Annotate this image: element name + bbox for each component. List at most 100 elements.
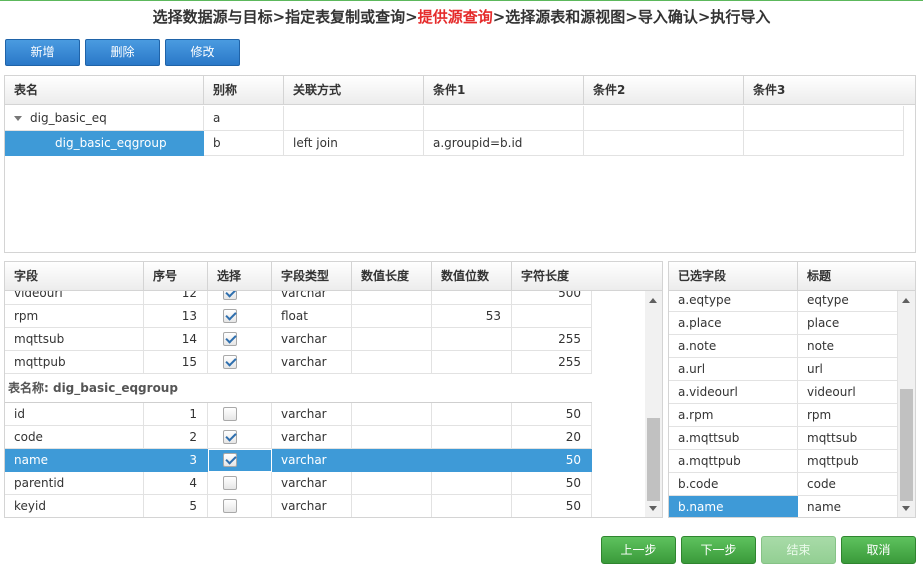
fields-header-num-len[interactable]: 数值长度 <box>352 262 432 291</box>
prev-step-button[interactable]: 上一步 <box>601 536 676 564</box>
field-name: mqttpub <box>5 351 144 374</box>
selected-field: a.videourl <box>669 381 798 404</box>
field-name: mqttsub <box>5 328 144 351</box>
wizard-steps: 选择数据源与目标>指定表复制或查询>提供源查询>选择源表和源视图>导入确认>执行… <box>0 6 923 27</box>
field-type: varchar <box>272 495 352 517</box>
selected-title[interactable]: url <box>798 358 898 381</box>
step-before: 选择数据源与目标>指定表复制或查询> <box>152 8 418 26</box>
field-num-digits <box>432 328 512 351</box>
join-header-alias[interactable]: 别称 <box>204 76 284 105</box>
selected-field: a.url <box>669 358 798 381</box>
checkbox-icon[interactable] <box>223 291 237 300</box>
selected-field: a.note <box>669 335 798 358</box>
scrollbar-thumb[interactable] <box>647 418 660 501</box>
step-current: 提供源查询 <box>417 8 493 26</box>
join-header-join[interactable]: 关联方式 <box>284 76 424 105</box>
selected-title[interactable]: rpm <box>798 404 898 427</box>
selected-title[interactable]: note <box>798 335 898 358</box>
join-cond2[interactable] <box>584 131 744 156</box>
finish-button[interactable]: 结束 <box>761 536 836 564</box>
field-seq: 15 <box>144 351 208 374</box>
cancel-button[interactable]: 取消 <box>841 536 916 564</box>
join-header-cond1[interactable]: 条件1 <box>424 76 584 105</box>
field-name: rpm <box>5 305 144 328</box>
scroll-up-arrow-icon[interactable] <box>649 298 657 303</box>
join-cond2 <box>584 106 744 131</box>
field-name: id <box>5 403 144 426</box>
field-char-len: 50 <box>512 495 592 517</box>
join-header-table[interactable]: 表名 <box>5 76 204 105</box>
join-cond3[interactable] <box>744 131 904 156</box>
field-char-len: 50 <box>512 472 592 495</box>
selected-title[interactable]: place <box>798 312 898 335</box>
selected-field: a.rpm <box>669 404 798 427</box>
join-header-cond3[interactable]: 条件3 <box>744 76 915 105</box>
selected-field: a.place <box>669 312 798 335</box>
top-border <box>0 0 923 1</box>
selected-title[interactable]: name <box>798 496 898 517</box>
group-label: 表名称: dig_basic_eqgroup <box>8 381 178 395</box>
fields-header-seq[interactable]: 序号 <box>144 262 208 291</box>
field-type: varchar <box>272 426 352 449</box>
field-char-len <box>512 305 592 328</box>
checkbox-icon[interactable] <box>223 355 237 369</box>
join-header-cond2[interactable]: 条件2 <box>584 76 744 105</box>
join-type <box>284 106 424 131</box>
scroll-down-arrow-icon[interactable] <box>649 506 657 511</box>
selected-field: a.mqttsub <box>669 427 798 450</box>
join-alias: a <box>204 106 284 131</box>
selected-header-field[interactable]: 已选字段 <box>669 262 798 291</box>
field-type: float <box>272 305 352 328</box>
fields-body: videourl 12 varchar 500 rpm 13 float 53 … <box>5 291 645 517</box>
field-char-len: 50 <box>512 449 592 472</box>
checkbox-icon[interactable] <box>223 407 237 421</box>
selected-scrollbar[interactable] <box>898 291 915 517</box>
join-type[interactable]: left join <box>284 131 424 156</box>
field-seq: 5 <box>144 495 208 517</box>
join-table-name: dig_basic_eqgroup <box>5 131 204 156</box>
expand-triangle-icon[interactable] <box>14 116 22 121</box>
field-name: videourl <box>5 291 144 305</box>
field-type: varchar <box>272 472 352 495</box>
selected-field: a.eqtype <box>669 291 798 312</box>
scroll-up-arrow-icon[interactable] <box>902 298 910 303</box>
fields-header-type[interactable]: 字段类型 <box>272 262 352 291</box>
join-alias[interactable]: b <box>204 131 284 156</box>
checkbox-icon[interactable] <box>223 309 237 323</box>
fields-scrollbar[interactable] <box>645 291 662 517</box>
step-after: >选择源表和源视图>导入确认>执行导入 <box>492 8 771 26</box>
add-button[interactable]: 新增 <box>5 39 80 66</box>
checkbox-icon[interactable] <box>223 430 237 444</box>
checkbox-icon[interactable] <box>223 453 237 467</box>
scroll-down-arrow-icon[interactable] <box>902 506 910 511</box>
delete-button[interactable]: 删除 <box>85 39 160 66</box>
selected-header-title[interactable]: 标题 <box>798 262 915 291</box>
join-table-name: dig_basic_eq <box>30 111 107 125</box>
checkbox-icon[interactable] <box>223 332 237 346</box>
field-num-digits <box>432 351 512 374</box>
join-cond1[interactable]: a.groupid=b.id <box>424 131 584 156</box>
fields-header-field[interactable]: 字段 <box>5 262 144 291</box>
edit-button[interactable]: 修改 <box>165 39 240 66</box>
selected-title[interactable]: code <box>798 473 898 496</box>
join-table: 表名 别称 关联方式 条件1 条件2 条件3 dig_basic_eq a di… <box>4 75 916 253</box>
field-char-len: 50 <box>512 403 592 426</box>
fields-header-select[interactable]: 选择 <box>208 262 272 291</box>
next-step-button[interactable]: 下一步 <box>681 536 756 564</box>
fields-header-num-digits[interactable]: 数值位数 <box>432 262 512 291</box>
join-cond1 <box>424 106 584 131</box>
selected-title[interactable]: mqttpub <box>798 450 898 473</box>
selected-title[interactable]: mqttsub <box>798 427 898 450</box>
fields-header-char-len[interactable]: 字符长度 <box>512 262 662 291</box>
join-cond3 <box>744 106 904 131</box>
field-char-len: 500 <box>512 291 592 305</box>
selected-title[interactable]: eqtype <box>798 291 898 312</box>
field-type: varchar <box>272 351 352 374</box>
selected-title[interactable]: videourl <box>798 381 898 404</box>
scrollbar-thumb[interactable] <box>900 389 913 501</box>
selected-body: a.eqtype eqtype a.place place a.note note a… <box>669 291 898 517</box>
field-seq: 1 <box>144 403 208 426</box>
field-type: varchar <box>272 449 352 472</box>
checkbox-icon[interactable] <box>223 476 237 490</box>
checkbox-icon[interactable] <box>223 499 237 513</box>
